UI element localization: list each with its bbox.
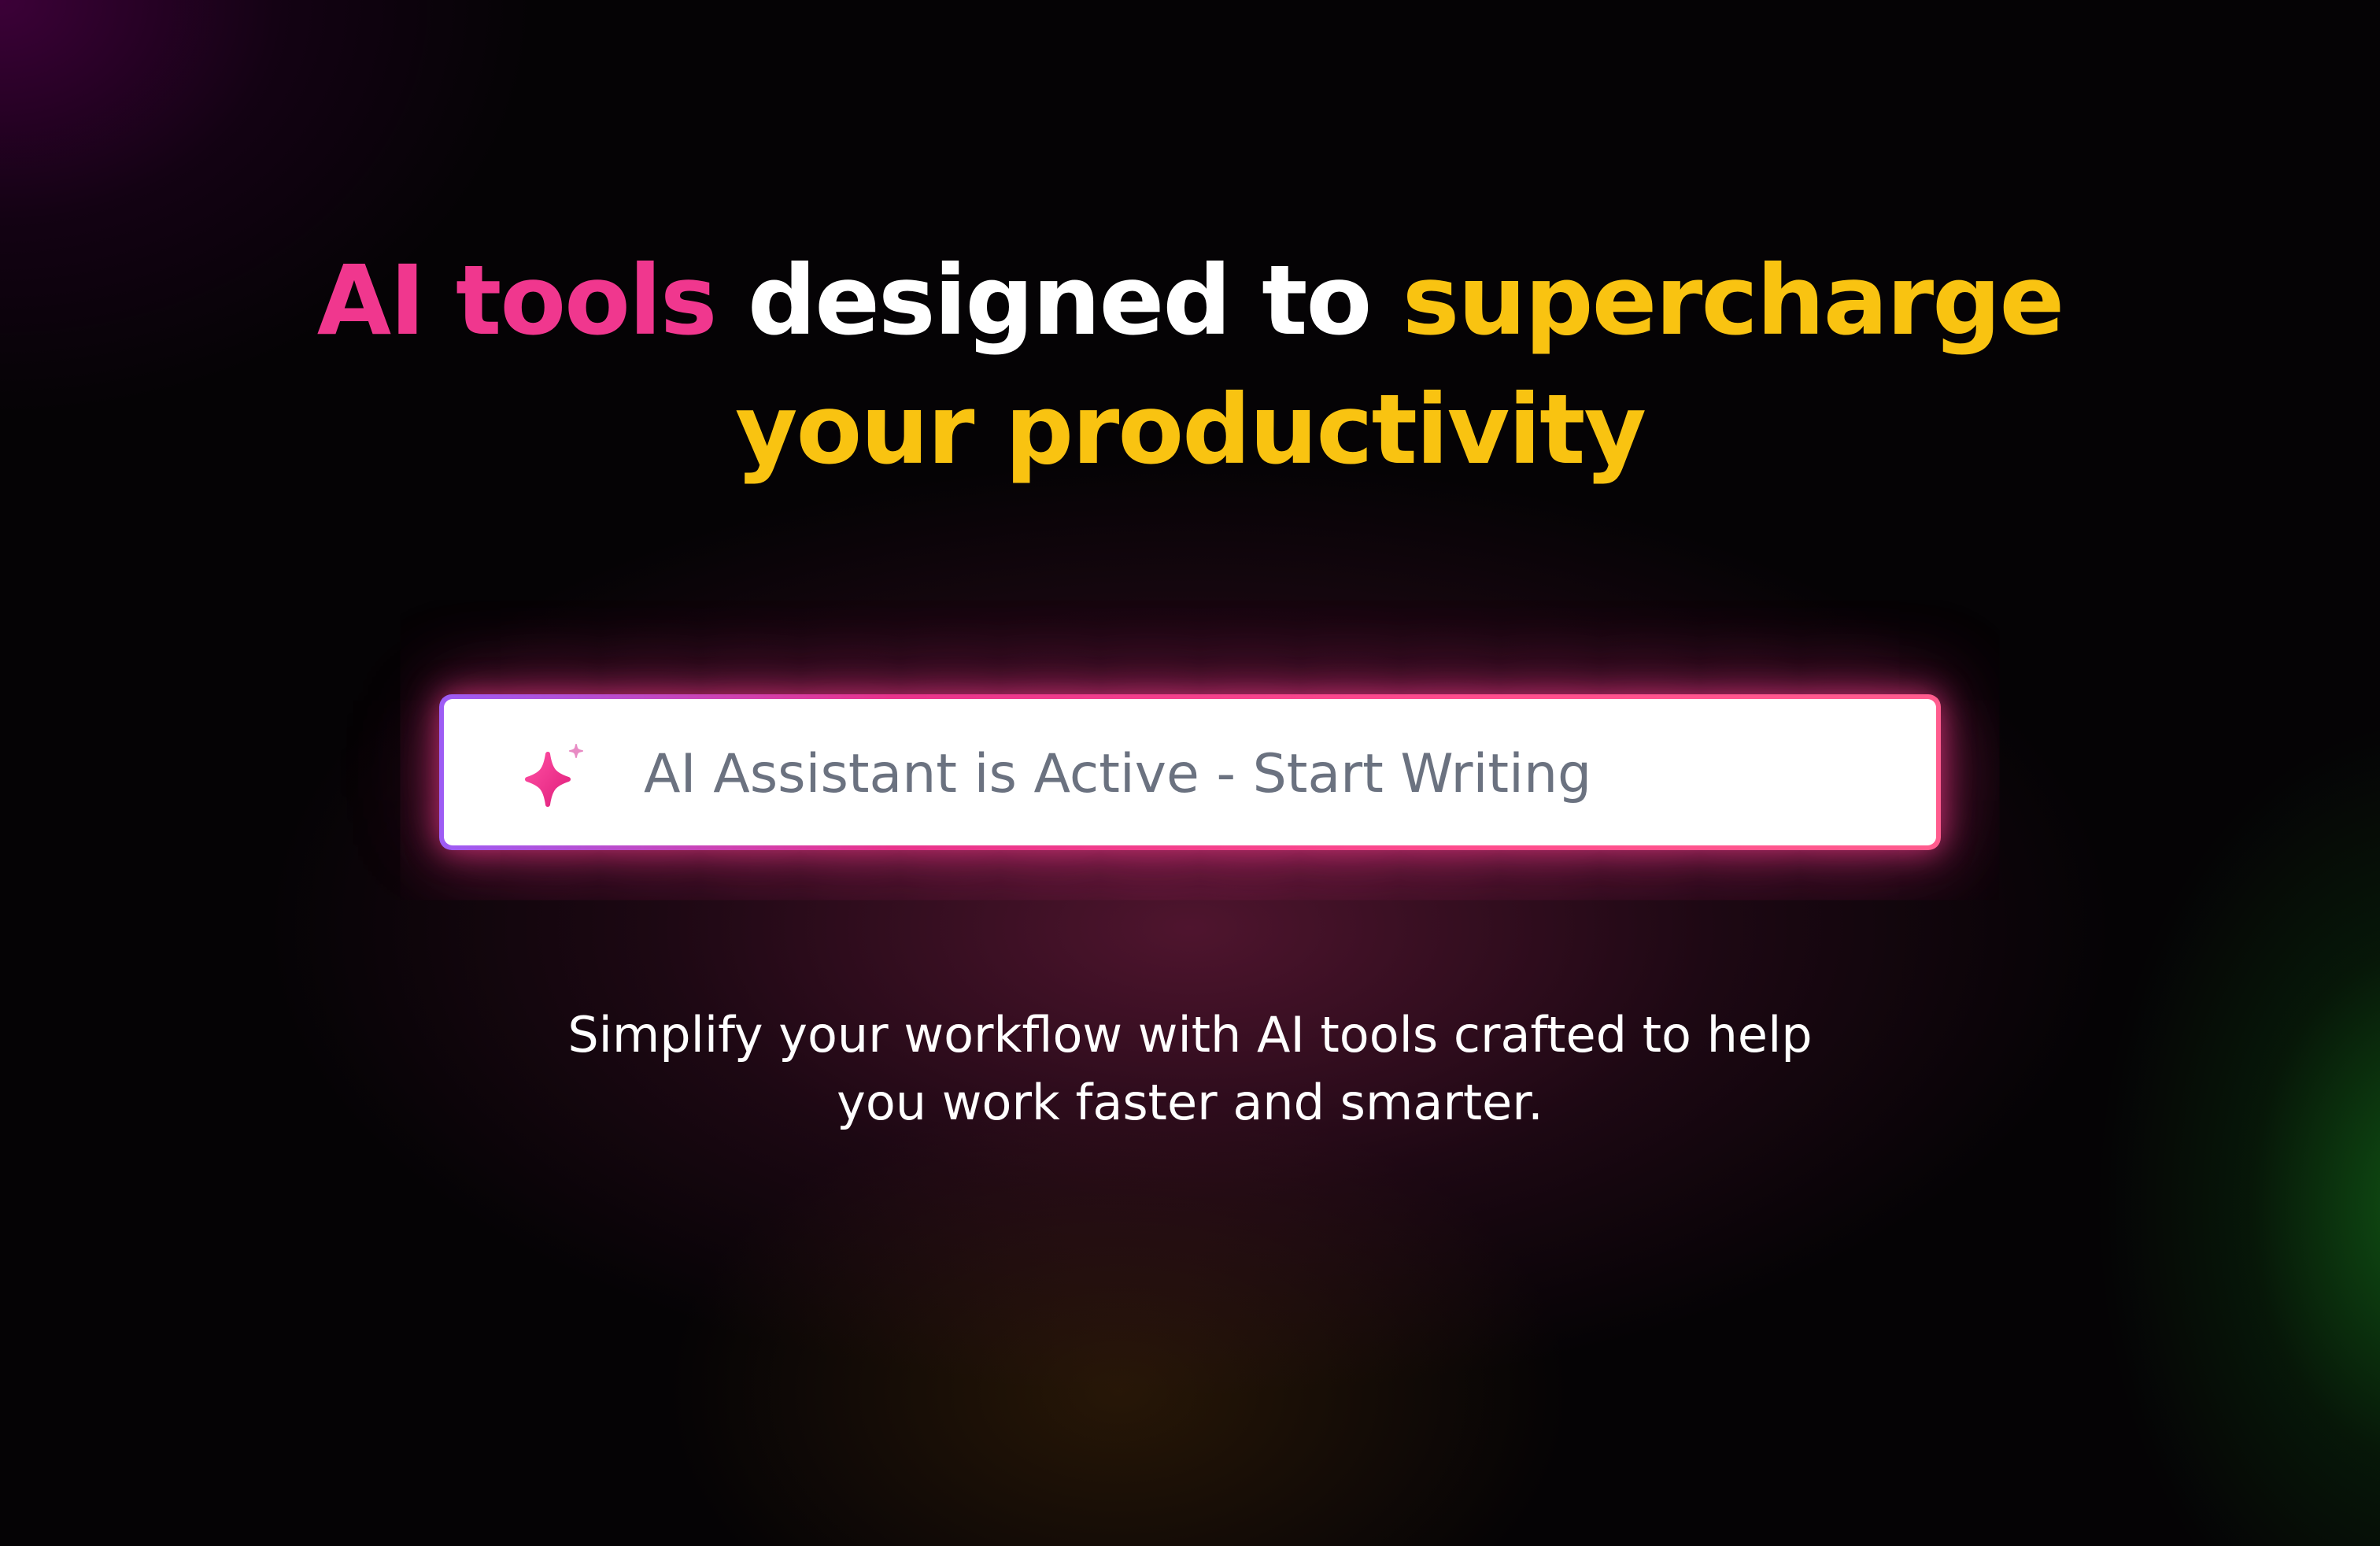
subtext-line-2: you work faster and smarter. <box>837 1074 1543 1131</box>
sparkle-icon <box>516 742 592 817</box>
headline-highlight-ai-tools: AI tools <box>316 245 718 357</box>
ai-assistant-input-container[interactable] <box>439 694 1941 850</box>
hero-headline: AI tools designed to supercharge your pr… <box>0 236 2380 494</box>
headline-highlight-supercharge: supercharge <box>1402 245 2064 357</box>
hero-section: AI tools designed to supercharge your pr… <box>0 236 2380 494</box>
headline-line-1: AI tools designed to supercharge <box>0 236 2380 365</box>
hero-subtext: Simplify your workflow with AI tools cra… <box>0 1001 2380 1137</box>
headline-line-2: your productivity <box>735 374 1646 486</box>
ai-assistant-input[interactable] <box>644 723 1872 825</box>
subtext-line-1: Simplify your workflow with AI tools cra… <box>567 1006 1813 1063</box>
ai-assistant-input-box[interactable] <box>444 699 1936 845</box>
headline-text-designed-to: designed to <box>715 245 1402 357</box>
